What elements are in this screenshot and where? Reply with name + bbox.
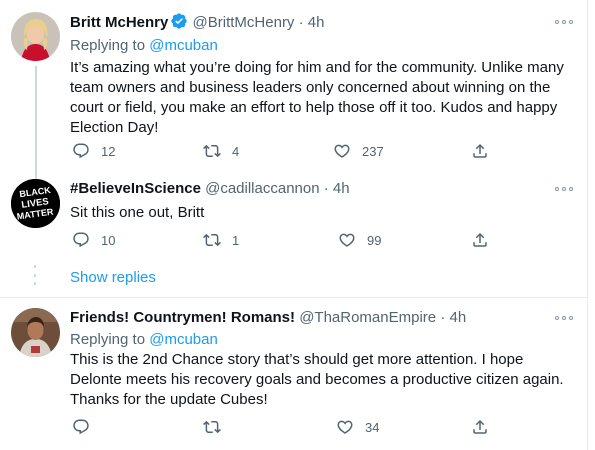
reply-button[interactable] bbox=[72, 418, 90, 436]
reply-icon bbox=[73, 232, 89, 248]
retweet-icon bbox=[203, 233, 221, 247]
tweet-believeinscience[interactable]: BLACK LIVES MATTER #BelieveInScience @ca… bbox=[0, 173, 587, 297]
more-icon[interactable] bbox=[555, 19, 573, 25]
share-button[interactable] bbox=[471, 142, 489, 160]
timestamp[interactable]: 4h bbox=[449, 309, 466, 326]
user-handle[interactable]: @ThaRomanEmpire bbox=[299, 309, 436, 326]
tweet-text: Sit this one out, Britt bbox=[70, 204, 205, 221]
tweet-britt-mchenry[interactable]: Britt McHenry @BrittMcHenry · 4h Replyin… bbox=[0, 0, 587, 173]
like-icon bbox=[337, 420, 353, 434]
reply-count: 10 bbox=[101, 232, 116, 248]
more-replies-indicator bbox=[34, 265, 36, 285]
reply-icon bbox=[73, 419, 89, 435]
replying-to: Replying to @mcuban bbox=[70, 36, 218, 56]
user-handle[interactable]: @cadillaccannon bbox=[205, 180, 319, 197]
display-name[interactable]: Friends! Countrymen! Romans! bbox=[70, 309, 295, 326]
like-count: 34 bbox=[365, 419, 380, 435]
like-button[interactable]: 34 bbox=[336, 418, 379, 436]
like-icon bbox=[334, 144, 350, 158]
retweet-button[interactable]: 4 bbox=[203, 142, 239, 160]
retweet-icon bbox=[203, 144, 221, 158]
tweet-text: It’s amazing what you’re doing for him a… bbox=[70, 59, 564, 136]
reply-button[interactable]: 12 bbox=[72, 142, 115, 160]
share-icon bbox=[473, 143, 487, 158]
tweet-header: Friends! Countrymen! Romans! @ThaRomanEm… bbox=[70, 308, 466, 328]
retweet-count: 1 bbox=[232, 232, 240, 248]
replying-to-label: Replying to bbox=[70, 331, 146, 348]
display-name[interactable]: #BelieveInScience bbox=[70, 180, 201, 197]
retweet-icon bbox=[203, 420, 221, 434]
timestamp[interactable]: 4h bbox=[308, 14, 325, 31]
separator-dot: · bbox=[323, 180, 329, 197]
avatar[interactable] bbox=[11, 308, 60, 357]
reply-icon bbox=[73, 143, 89, 159]
reply-button[interactable]: 10 bbox=[72, 231, 115, 249]
share-button[interactable] bbox=[471, 418, 489, 436]
retweet-button[interactable]: 1 bbox=[203, 231, 239, 249]
like-button[interactable]: 99 bbox=[338, 231, 381, 249]
avatar[interactable] bbox=[11, 12, 60, 61]
retweet-button[interactable] bbox=[203, 418, 221, 436]
timeline-border bbox=[587, 0, 588, 450]
replying-to-mention[interactable]: @mcuban bbox=[149, 37, 218, 54]
like-icon bbox=[339, 233, 355, 247]
like-count: 237 bbox=[362, 143, 384, 159]
display-name[interactable]: Britt McHenry bbox=[70, 14, 168, 31]
verified-badge-icon bbox=[170, 12, 188, 36]
user-handle[interactable]: @BrittMcHenry bbox=[193, 14, 295, 31]
share-button[interactable] bbox=[471, 231, 489, 249]
like-button[interactable]: 237 bbox=[333, 142, 384, 160]
tweet-header: #BelieveInScience @cadillaccannon · 4h bbox=[70, 179, 350, 199]
more-icon[interactable] bbox=[555, 186, 573, 192]
reply-count: 12 bbox=[101, 143, 116, 159]
tweet-text: This is the 2nd Chance story that’s shou… bbox=[70, 351, 564, 408]
like-count: 99 bbox=[367, 232, 382, 248]
replying-to: Replying to @mcuban bbox=[70, 330, 218, 350]
separator-dot: · bbox=[440, 309, 446, 326]
replying-to-mention[interactable]: @mcuban bbox=[149, 331, 218, 348]
avatar[interactable]: BLACK LIVES MATTER bbox=[11, 179, 60, 228]
more-icon[interactable] bbox=[555, 315, 573, 321]
retweet-count: 4 bbox=[232, 143, 240, 159]
share-icon bbox=[473, 419, 487, 434]
show-replies-link[interactable]: Show replies bbox=[70, 268, 156, 288]
tweet-header: Britt McHenry @BrittMcHenry · 4h bbox=[70, 12, 324, 36]
replying-to-label: Replying to bbox=[70, 37, 146, 54]
share-icon bbox=[473, 232, 487, 247]
tweet-tharomanempire[interactable]: Friends! Countrymen! Romans! @ThaRomanEm… bbox=[0, 298, 587, 450]
thread-connector bbox=[35, 66, 37, 173]
timestamp[interactable]: 4h bbox=[333, 180, 350, 197]
separator-dot: · bbox=[298, 14, 304, 31]
